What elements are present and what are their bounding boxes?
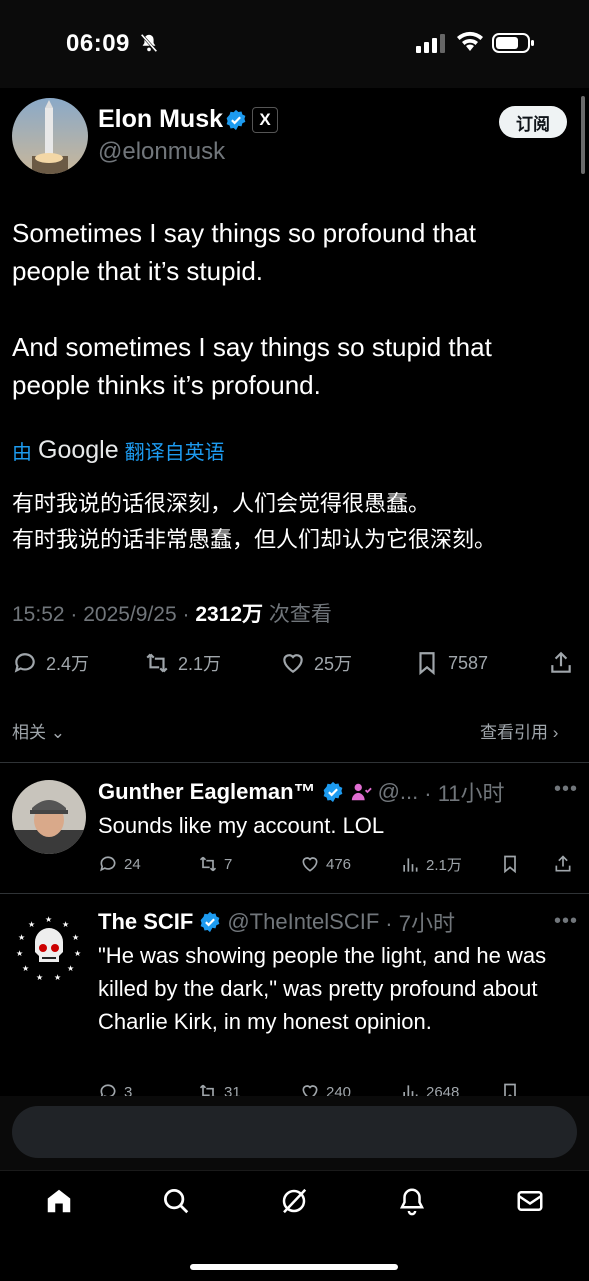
reply-header: Gunther Eagleman™ @... · 11小时 [98,776,505,808]
heart-icon [283,654,303,673]
home-indicator[interactable] [190,1264,398,1270]
chevron-down-icon: ⌄ [50,723,65,742]
translated-text: 有时我说的话很深刻，人们会觉得很愚蠢。 有时我说的话非常愚蠢，但人们却认为它很深… [12,491,497,552]
svg-text:★: ★ [74,949,81,958]
heart-icon [302,857,318,872]
svg-text:★: ★ [28,920,35,929]
svg-text:★: ★ [72,933,79,942]
reply-views-button[interactable]: 2.1万 [400,854,462,875]
reply-icon [100,856,116,872]
reply-text: "He was showing people the light, and he… [98,943,547,1034]
reply-header: The SCIF @TheIntelSCIF · 7小时 [98,906,455,938]
svg-text:★: ★ [18,933,25,942]
reply-author-handle[interactable]: @... [378,779,419,805]
view-count: 2312万 [195,603,264,626]
related-dropdown[interactable]: 相关 ⌄ [12,718,65,743]
like-count: 25万 [314,654,353,674]
wifi-icon [457,31,483,51]
tweet-time: 15:52 [12,603,65,626]
reply-share-button[interactable] [553,854,573,874]
reply-avatar[interactable]: ★ ★ ★ ★ ★ ★ ★ ★ ★ ★ ★ [12,912,86,986]
grok-icon[interactable] [279,1186,309,1216]
repost-count: 2.1万 [178,654,222,674]
verified-badge-icon [200,911,220,933]
reply-time: · 11小时 [424,781,505,806]
reply-avatar[interactable] [12,780,86,854]
related-label: 相关 [12,723,46,742]
translate-suffix: 翻译自英语 [124,442,225,464]
share-icon [551,651,571,673]
reply-like-button[interactable]: 476 [300,854,351,874]
google-logo: Google [38,436,119,464]
messages-icon[interactable] [515,1186,545,1216]
repost-icon [146,653,168,673]
like-button[interactable]: 25万 [280,650,352,676]
analytics-icon [403,857,418,872]
translation-attribution[interactable]: 由 Google 翻译自英语 [12,436,225,465]
repost-button[interactable]: 2.1万 [144,650,221,676]
author-handle[interactable]: @elonmusk [98,138,225,166]
quotes-label: 查看引用 [480,723,548,742]
reply-author-handle[interactable]: @TheIntelSCIF [227,909,379,935]
reply-time: · 7小时 [385,911,455,936]
share-icon [555,855,571,872]
signal-icon [416,34,445,53]
scrollbar[interactable] [581,96,585,174]
reply-repost-button[interactable]: 7 [198,854,232,874]
verified-badge-icon [226,109,246,131]
affiliate-user-icon [351,783,372,801]
view-label: 次查看 [268,603,332,626]
bookmark-icon [419,652,435,676]
tweet-meta: 15:52 · 2025/9/25 · 2312万 次查看 [12,603,332,626]
reply-repost-count: 7 [224,855,233,873]
svg-text:★: ★ [22,964,29,973]
divider [0,893,589,894]
search-icon[interactable] [161,1186,191,1216]
subscribe-button[interactable]: 订阅 [499,106,567,138]
svg-text:★: ★ [67,964,74,973]
svg-text:★: ★ [62,920,69,929]
translate-prefix: 由 [12,442,32,464]
more-options-icon[interactable]: ••• [554,910,578,933]
bell-off-icon [140,33,158,53]
bookmark-icon [504,855,516,874]
reply-icon [14,653,35,673]
reply-like-count: 476 [326,855,352,873]
reply-author-name[interactable]: Gunther Eagleman™ [98,779,316,805]
reply-author-name[interactable]: The SCIF [98,909,193,935]
svg-text:★: ★ [16,949,23,958]
reply-reply-count: 24 [124,855,141,873]
author-avatar[interactable] [12,98,88,174]
reply-reply-button[interactable]: 24 [98,854,141,874]
tweet-text: Sometimes I say things so profound that … [12,218,492,400]
divider [0,762,589,763]
reply-view-count: 2.1万 [426,857,462,874]
x-affiliation-badge: X [252,107,278,133]
status-time: 06:09 [66,30,130,57]
tweet-actions: 2.4万 2.1万 25万 7587 [0,650,589,690]
tweet-date: 2025/9/25 [83,603,177,626]
bookmark-count: 7587 [448,652,489,673]
author-name[interactable]: Elon Musk [98,105,223,134]
share-button[interactable] [548,650,574,676]
view-quotes-link[interactable]: 查看引用 › [480,718,558,743]
home-icon[interactable] [44,1186,74,1216]
svg-text:★: ★ [45,915,52,924]
repost-icon [199,856,217,872]
battery-icon [492,33,534,53]
reply-bookmark-button[interactable] [500,854,520,874]
more-options-icon[interactable]: ••• [554,778,578,801]
svg-text:★: ★ [36,973,43,982]
chevron-right-icon: › [552,723,559,742]
notifications-icon[interactable] [397,1186,427,1216]
reply-input[interactable] [12,1106,577,1158]
svg-text:★: ★ [54,973,61,982]
reply-text: Sounds like my account. LOL [98,813,385,838]
reply-count: 2.4万 [46,654,90,674]
reply-button[interactable]: 2.4万 [12,650,89,676]
bookmark-button[interactable]: 7587 [414,650,488,676]
verified-badge-icon [323,781,342,803]
